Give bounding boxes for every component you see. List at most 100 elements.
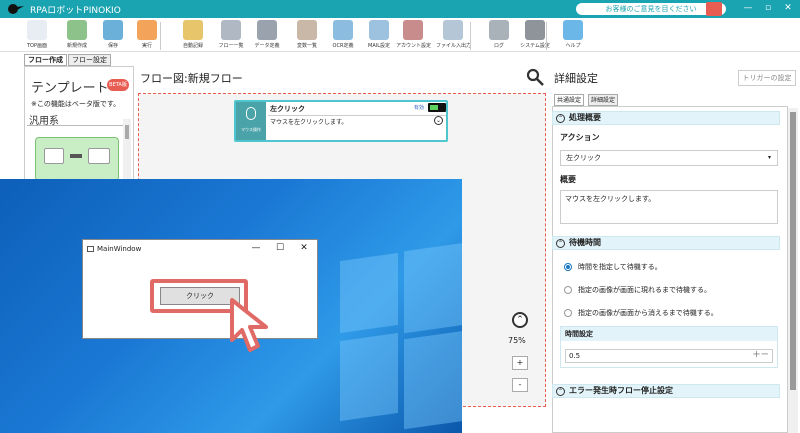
- overview-textarea[interactable]: マウスを左クリックします。: [560, 190, 778, 224]
- close-button[interactable]: ✕: [780, 3, 796, 13]
- mouse-icon: [44, 148, 64, 164]
- chevron-down-icon[interactable]: ⌄: [434, 116, 443, 125]
- radio-wait-disappear[interactable]: [564, 309, 572, 317]
- window-maximize-button[interactable]: ☐: [273, 243, 287, 253]
- restore-button[interactable]: ▫: [760, 3, 776, 13]
- section-error-header[interactable]: ⌃ エラー発生時フロー停止設定: [552, 384, 780, 398]
- search-icon[interactable]: [526, 68, 544, 86]
- feedback-button[interactable]: お客様のご意見を目ください: [576, 3, 726, 15]
- tab-flow-settings[interactable]: フロー設定: [68, 54, 111, 66]
- run-icon: [137, 20, 157, 40]
- details-scrollbar[interactable]: [788, 108, 798, 433]
- ribbon-label: TOP画面: [26, 43, 47, 49]
- overview-label: 概要: [560, 175, 576, 184]
- ribbon-fileio-button[interactable]: ファイル入出力: [436, 20, 472, 52]
- ribbon-help-button[interactable]: ヘルプ: [556, 20, 590, 52]
- scroll-thumb[interactable]: [125, 125, 129, 139]
- ribbon-separator: [160, 22, 161, 50]
- windows-logo: [300, 242, 462, 433]
- wait-option-appear[interactable]: 指定の画像が画面に現れるまで待機する。: [578, 285, 711, 295]
- autorecord-icon: [183, 20, 203, 40]
- tab-flow-create[interactable]: フロー作成: [24, 54, 67, 66]
- system-icon: [525, 20, 545, 40]
- flow-title: フロー図:新規フロー: [140, 72, 243, 85]
- section-summary-header[interactable]: ⌃ 処理概要: [552, 111, 780, 125]
- main-window-title: MainWindow: [97, 245, 142, 253]
- arrow-right-icon: [70, 154, 82, 158]
- help-icon: [563, 20, 583, 40]
- time-input[interactable]: 0.5: [565, 349, 773, 363]
- ribbon-account-button[interactable]: アカウント設定: [396, 20, 431, 52]
- template-title: テンプレート: [31, 81, 109, 96]
- chevron-up-icon[interactable]: ⌃: [556, 387, 565, 396]
- flowlist-icon: [221, 20, 241, 40]
- ribbon-label: ファイル入出力: [436, 43, 472, 49]
- ribbon-datadef-button[interactable]: データ定義: [250, 20, 284, 52]
- ribbon-label: 保存: [107, 43, 118, 49]
- window-icon: [87, 246, 94, 252]
- account-icon: [403, 20, 423, 40]
- action-label: アクション: [560, 133, 600, 142]
- ribbon-run-button[interactable]: 実行: [130, 20, 164, 52]
- datadef-icon: [257, 20, 277, 40]
- wait-option-time[interactable]: 時間を指定して待機する。: [578, 262, 662, 272]
- radio-wait-appear[interactable]: [564, 286, 572, 294]
- ribbon-label: ログ: [493, 43, 504, 49]
- ribbon-separator: [470, 22, 471, 50]
- ribbon-label: 新規作成: [66, 43, 87, 49]
- zoom-in-button[interactable]: +: [512, 356, 528, 370]
- ribbon-flowlist-button[interactable]: フロー一覧: [214, 20, 248, 52]
- ribbon-top-button[interactable]: TOP画面: [20, 20, 54, 52]
- thumb-icon[interactable]: [706, 2, 722, 16]
- ribbon-save-button[interactable]: 保存: [96, 20, 130, 52]
- mail-icon: [369, 20, 389, 40]
- top-icon: [27, 20, 47, 40]
- window-close-button[interactable]: ✕: [297, 243, 311, 253]
- chevron-up-icon[interactable]: ⌃: [556, 239, 565, 248]
- trigger-settings-button[interactable]: トリガーの設定: [738, 70, 796, 86]
- section-wait-header[interactable]: ⌃ 待機時間: [552, 236, 780, 250]
- beta-note: ※この機能はベータ版です。: [31, 100, 121, 108]
- fileio-icon: [443, 20, 463, 40]
- flow-node-left-click[interactable]: マウス操作 左クリック 有効 マウスを左クリックします。 ⌄: [234, 100, 448, 142]
- ribbon-varlist-button[interactable]: 変数一覧: [290, 20, 324, 52]
- template-card[interactable]: [35, 137, 119, 181]
- chevron-up-icon[interactable]: ⌃: [512, 312, 528, 328]
- ribbon-mail-button[interactable]: MAIL設定: [362, 20, 396, 52]
- category-divider: [27, 125, 123, 126]
- ribbon-label: データ定義: [254, 43, 280, 49]
- tab-detail-settings[interactable]: 詳細設定: [588, 94, 619, 106]
- title-bar: RPAロボットPINOKIO お客様のご意見を目ください — ▫ ✕: [0, 0, 800, 18]
- zoom-level: 75%: [508, 336, 526, 345]
- node-enable-toggle[interactable]: [428, 103, 446, 112]
- action-select[interactable]: 左クリック ▾: [560, 150, 778, 166]
- ribbon-label: 実行: [141, 43, 152, 49]
- ribbon-label: 変数一覧: [296, 43, 317, 49]
- ribbon-ocr-button[interactable]: OCR定義: [326, 20, 360, 52]
- save-icon: [103, 20, 123, 40]
- ribbon-label: ヘルプ: [565, 43, 581, 49]
- scroll-thumb[interactable]: [790, 112, 796, 390]
- tab-common-settings[interactable]: 共通設定: [554, 94, 585, 106]
- minimize-button[interactable]: —: [740, 3, 756, 13]
- wait-option-disappear[interactable]: 指定の画像が画面から消えるまで待機する。: [578, 308, 718, 318]
- ribbon-log-button[interactable]: ログ: [482, 20, 516, 52]
- template-scrollbar[interactable]: [123, 119, 131, 183]
- keyboard-icon: [88, 148, 110, 164]
- zoom-out-button[interactable]: -: [512, 378, 528, 392]
- template-panel: テンプレート BETA版 ※この機能はベータ版です。 汎用系: [24, 66, 134, 183]
- radio-wait-time[interactable]: [564, 263, 572, 271]
- node-title: 左クリック: [270, 105, 305, 113]
- details-title: 詳細設定: [554, 72, 598, 85]
- ribbon-separator: [546, 22, 547, 50]
- ribbon-autorecord-button[interactable]: 自動記録: [176, 20, 210, 52]
- stepper-buttons[interactable]: +−: [752, 349, 769, 360]
- cursor-pointer-icon: [230, 298, 268, 352]
- ribbon-new-button[interactable]: 新規作成: [60, 20, 94, 52]
- window-minimize-button[interactable]: —: [249, 243, 263, 253]
- mouse-icon: マウス操作: [236, 102, 266, 140]
- chevron-up-icon[interactable]: ⌃: [556, 114, 565, 123]
- log-icon: [489, 20, 509, 40]
- ribbon-label: MAIL設定: [368, 43, 390, 49]
- varlist-icon: [297, 20, 317, 40]
